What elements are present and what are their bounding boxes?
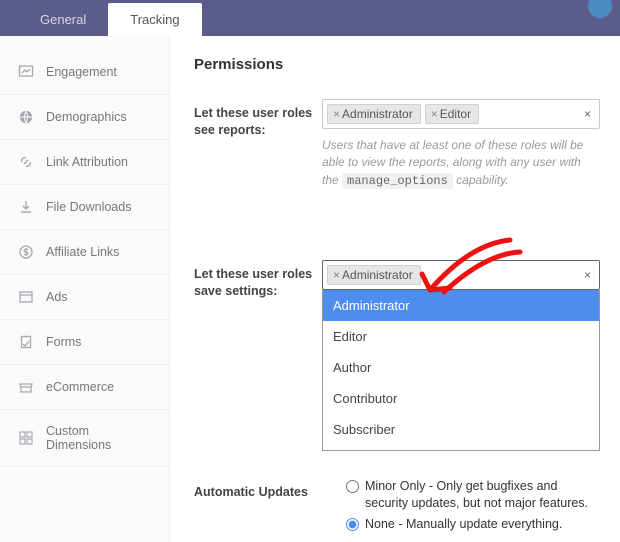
chart-icon bbox=[18, 64, 34, 80]
radio-minor-only-label: Minor Only - Only get bugfixes and secur… bbox=[365, 478, 600, 512]
clear-tags-button[interactable]: × bbox=[584, 107, 591, 121]
sidebar-item-label: Affiliate Links bbox=[46, 245, 119, 259]
automatic-updates-label: Automatic Updates bbox=[194, 478, 322, 537]
role-dropdown: Administrator Editor Author Contributor … bbox=[322, 290, 600, 451]
sidebar-item-forms[interactable]: Forms bbox=[0, 320, 169, 365]
sidebar-item-label: eCommerce bbox=[46, 380, 114, 394]
sidebar-item-file-downloads[interactable]: File Downloads bbox=[0, 185, 169, 230]
sidebar-item-label: Custom Dimensions bbox=[46, 424, 155, 452]
see-reports-hint: Users that have at least one of these ro… bbox=[322, 137, 600, 190]
dollar-icon bbox=[18, 244, 34, 260]
store-icon bbox=[18, 379, 34, 395]
dropdown-option-administrator[interactable]: Administrator bbox=[323, 290, 599, 321]
link-icon bbox=[18, 154, 34, 170]
globe-icon bbox=[18, 109, 34, 125]
clipboard-icon bbox=[18, 334, 34, 350]
main-panel: Permissions Let these user roles see rep… bbox=[170, 36, 620, 542]
tab-tracking[interactable]: Tracking bbox=[108, 3, 201, 36]
tag-remove-icon[interactable]: × bbox=[333, 268, 340, 282]
tag-administrator[interactable]: ×Administrator bbox=[327, 265, 421, 285]
tag-remove-icon[interactable]: × bbox=[333, 107, 340, 121]
radio-none[interactable] bbox=[346, 518, 359, 531]
sidebar-item-affiliate-links[interactable]: Affiliate Links bbox=[0, 230, 169, 275]
dropdown-option-editor[interactable]: Editor bbox=[323, 321, 599, 352]
sidebar-item-label: Demographics bbox=[46, 110, 127, 124]
tag-remove-icon[interactable]: × bbox=[431, 107, 438, 121]
radio-none-label: None - Manually update everything. bbox=[365, 516, 562, 533]
sidebar-item-label: Link Attribution bbox=[46, 155, 128, 169]
clear-tags-button[interactable]: × bbox=[584, 268, 591, 282]
tab-general[interactable]: General bbox=[18, 3, 108, 36]
sidebar-item-demographics[interactable]: Demographics bbox=[0, 95, 169, 140]
radio-minor-only[interactable] bbox=[346, 480, 359, 493]
dropdown-option-contributor[interactable]: Contributor bbox=[323, 383, 599, 414]
top-tab-bar: General Tracking bbox=[0, 0, 620, 36]
sidebar-item-ecommerce[interactable]: eCommerce bbox=[0, 365, 169, 410]
ads-icon bbox=[18, 289, 34, 305]
sidebar: Engagement Demographics Link Attribution… bbox=[0, 36, 170, 542]
dropdown-option-seo-manager[interactable]: SEO Manager bbox=[323, 445, 599, 450]
download-icon bbox=[18, 199, 34, 215]
tag-administrator[interactable]: ×Administrator bbox=[327, 104, 421, 124]
save-settings-tagbox[interactable]: ×Administrator × bbox=[322, 260, 600, 290]
grid-icon bbox=[18, 430, 34, 446]
section-title: Permissions bbox=[194, 56, 600, 73]
tag-editor[interactable]: ×Editor bbox=[425, 104, 479, 124]
sidebar-item-link-attribution[interactable]: Link Attribution bbox=[0, 140, 169, 185]
sidebar-item-custom-dimensions[interactable]: Custom Dimensions bbox=[0, 410, 169, 467]
dropdown-option-author[interactable]: Author bbox=[323, 352, 599, 383]
see-reports-label: Let these user roles see reports: bbox=[194, 99, 322, 190]
sidebar-item-engagement[interactable]: Engagement bbox=[0, 50, 169, 95]
dropdown-option-subscriber[interactable]: Subscriber bbox=[323, 414, 599, 445]
see-reports-tagbox[interactable]: ×Administrator ×Editor × bbox=[322, 99, 600, 129]
sidebar-item-label: File Downloads bbox=[46, 200, 131, 214]
sidebar-item-ads[interactable]: Ads bbox=[0, 275, 169, 320]
sidebar-item-label: Ads bbox=[46, 290, 68, 304]
header-badge bbox=[588, 0, 612, 18]
save-settings-label: Let these user roles save settings: bbox=[194, 260, 322, 300]
sidebar-item-label: Engagement bbox=[46, 65, 117, 79]
sidebar-item-label: Forms bbox=[46, 335, 81, 349]
